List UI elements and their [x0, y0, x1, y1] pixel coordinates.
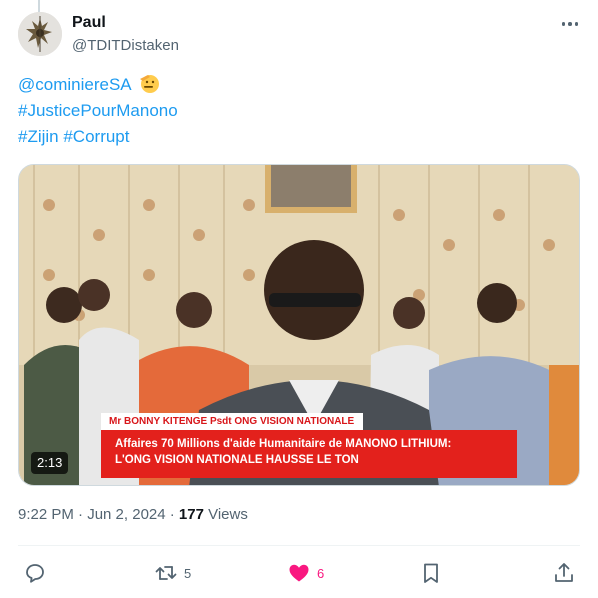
avatar-image — [18, 12, 62, 56]
bookmark-icon — [424, 563, 438, 583]
share-icon — [555, 563, 573, 582]
more-icon[interactable] — [560, 14, 580, 34]
timestamp[interactable]: 9:22 PM · Jun 2, 2024 · — [18, 506, 179, 523]
tweet-meta: 9:22 PM · Jun 2, 2024 · 177 Views — [18, 506, 248, 523]
retweet-count: 5 — [184, 565, 192, 581]
action-bar: 5 6 — [0, 556, 598, 590]
tweet-text: @cominiereSA #JusticePourManono #Zijin #… — [18, 72, 178, 150]
author-name[interactable]: Paul — [72, 14, 106, 32]
avatar[interactable] — [18, 12, 62, 56]
hashtag-zijin-corrupt[interactable]: #Zijin #Corrupt — [18, 124, 178, 150]
mention-link-line: @cominiereSA — [18, 72, 178, 98]
views-count: 177 — [178, 506, 204, 523]
author-handle[interactable]: @TDITDistaken — [72, 37, 179, 54]
views-label: Views — [203, 506, 248, 523]
banner-speaker-name: Mr BONNY KITENGE Psdt ONG VISION NATIONA… — [101, 413, 363, 430]
banner-headline-line1: Affaires 70 Millions d'aide Humanitaire … — [115, 438, 452, 450]
like-count: 6 — [317, 565, 325, 581]
reply-icon — [26, 564, 44, 583]
retweet-button[interactable]: 5 — [154, 559, 191, 587]
share-button[interactable] — [552, 559, 576, 587]
reply-button[interactable] — [23, 559, 53, 587]
video-player[interactable]: Mr BONNY KITENGE Psdt ONG VISION NATIONA… — [18, 164, 580, 486]
banner-headline-line2: L'ONG VISION NATIONALE HAUSSE LE TON — [115, 454, 359, 466]
thread-connector-line — [38, 0, 40, 12]
video-duration-badge: 2:13 — [31, 452, 69, 474]
banner-headline: Affaires 70 Millions d'aide Humanitaire … — [101, 430, 517, 478]
like-button[interactable]: 6 — [287, 559, 324, 587]
mention-link[interactable]: @cominiereSA — [18, 75, 132, 94]
bookmark-button[interactable] — [419, 559, 443, 587]
retweet-icon — [155, 566, 177, 580]
heart-icon — [289, 564, 309, 582]
hashtag-justicepourmanono[interactable]: #JusticePourManono — [18, 98, 178, 124]
divider — [18, 545, 580, 546]
saluting-face-emoji — [139, 75, 159, 93]
